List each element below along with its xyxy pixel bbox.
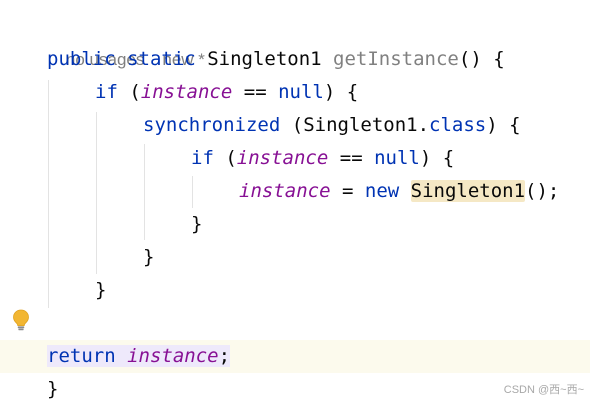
- close-brace: }: [143, 246, 155, 268]
- method-parens: (): [458, 48, 482, 70]
- indent-guide: [144, 144, 145, 240]
- inlay-hints: no usages new *: [47, 10, 205, 69]
- open-paren: (: [225, 147, 237, 169]
- keyword-public: public: [47, 48, 116, 70]
- code-line-return[interactable]: return instance;: [47, 340, 231, 373]
- close-paren-brace: ) {: [323, 81, 359, 103]
- close-brace: }: [47, 378, 59, 400]
- code-line-inner-if[interactable]: if (instance == null) {: [191, 142, 454, 175]
- code-line-outer-if[interactable]: if (instance == null) {: [95, 76, 358, 109]
- open-paren: (: [129, 81, 141, 103]
- field-instance[interactable]: instance: [239, 180, 331, 202]
- keyword-static: static: [127, 48, 196, 70]
- code-line-assignment[interactable]: instance = new Singleton1();: [239, 175, 559, 208]
- return-type[interactable]: Singleton1: [207, 48, 321, 70]
- semicolon: ;: [218, 345, 231, 367]
- keyword-class: class: [429, 114, 487, 136]
- code-line-synchronized[interactable]: synchronized (Singleton1.class) {: [143, 109, 521, 142]
- constructor-name-highlighted[interactable]: Singleton1: [410, 180, 526, 202]
- keyword-new: new: [364, 180, 400, 202]
- close-brace: }: [95, 279, 107, 301]
- lightbulb-icon[interactable]: [12, 309, 30, 331]
- code-line-close-outer-if[interactable]: }: [95, 274, 106, 307]
- indent-guide: [96, 112, 97, 274]
- keyword-null: null: [278, 81, 324, 103]
- open-brace: {: [493, 48, 505, 70]
- watermark: CSDN @西~西~: [503, 384, 584, 396]
- call-tail: ();: [525, 180, 560, 202]
- code-editor[interactable]: no usages new * public static Singleton1 …: [0, 0, 590, 403]
- method-name[interactable]: getInstance: [333, 48, 459, 70]
- class-reference[interactable]: Singleton1: [303, 114, 417, 136]
- keyword-return: return: [47, 345, 116, 367]
- indent-guide: [192, 176, 193, 208]
- code-line-close-method[interactable]: }: [47, 373, 58, 403]
- dot: .: [417, 114, 430, 136]
- code-line-close-synchronized[interactable]: }: [143, 241, 154, 274]
- close-paren-brace: ) {: [486, 114, 521, 136]
- code-line-close-inner-if[interactable]: }: [191, 208, 202, 241]
- operator-eq: ==: [243, 81, 267, 103]
- keyword-null: null: [374, 147, 420, 169]
- indent-guide: [48, 80, 49, 308]
- keyword-synchronized: synchronized: [143, 114, 281, 136]
- keyword-if: if: [95, 81, 118, 103]
- keyword-if: if: [191, 147, 214, 169]
- field-instance[interactable]: instance: [237, 147, 329, 169]
- close-paren-brace: ) {: [419, 147, 455, 169]
- operator-eq: ==: [339, 147, 363, 169]
- field-instance[interactable]: instance: [141, 81, 233, 103]
- field-instance[interactable]: instance: [127, 345, 219, 367]
- close-brace: }: [191, 213, 203, 235]
- code-line-method-signature[interactable]: public static Singleton1 getInstance() {: [47, 43, 505, 76]
- open-paren: (: [291, 114, 304, 136]
- return-statement-highlight[interactable]: return instance;: [47, 345, 231, 367]
- operator-assign: =: [341, 180, 354, 202]
